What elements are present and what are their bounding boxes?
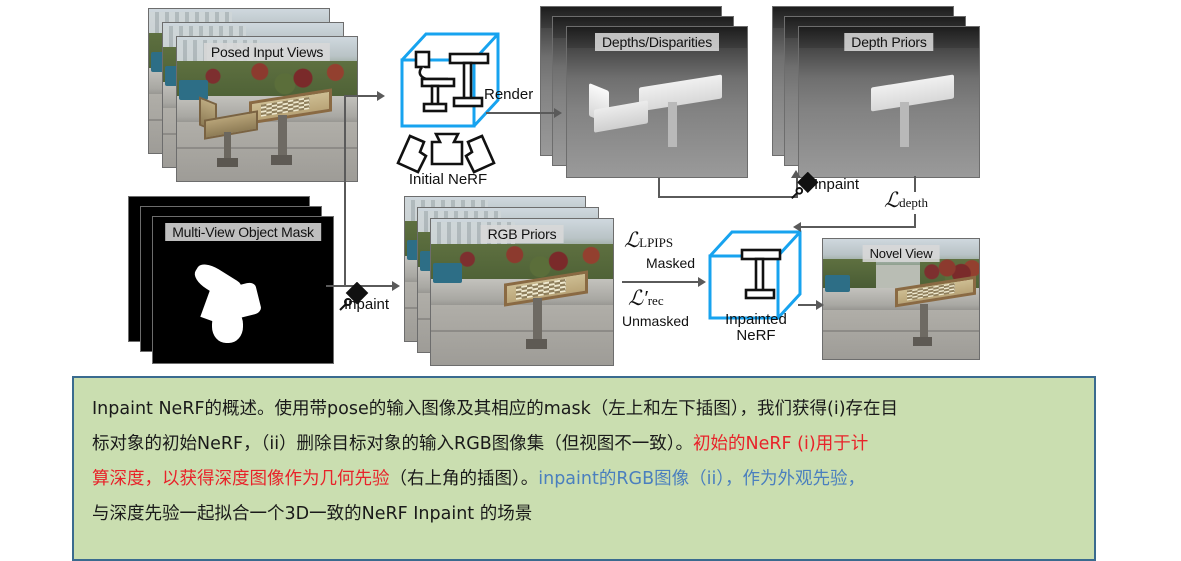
edge-render xyxy=(486,112,556,114)
caption-line-1: Inpaint NeRF的概述。使用带pose的输入图像及其相应的mask（左上… xyxy=(92,392,1076,427)
inpainted-nerf-label-line2: NeRF xyxy=(736,326,776,344)
edge-input-down xyxy=(344,95,346,287)
initial-nerf-label: Initial NeRF xyxy=(408,171,488,188)
loss-depth-symbol: ℒ xyxy=(884,188,900,212)
rgb-priors-label: RGB Priors xyxy=(480,225,564,243)
caption-line-3: 算深度，以获得深度图像作为几何先验（右上角的插图）。inpaint的RGB图像（… xyxy=(92,462,1076,497)
inpaint-label-top: Inpaint xyxy=(814,176,860,193)
posed-input-views-stack: Posed Input Views xyxy=(148,8,362,186)
posed-input-views-label: Posed Input Views xyxy=(203,43,331,61)
arrow-render xyxy=(554,108,562,118)
loss-lpips-subscript: LPIPS xyxy=(639,235,674,250)
depths-disparities-label: Depths/Disparities xyxy=(595,33,719,51)
caption-box: Inpaint NeRF的概述。使用带pose的输入图像及其相应的mask（左上… xyxy=(72,376,1096,561)
loss-depth: ℒdepth xyxy=(884,188,928,213)
novel-view-card: Novel View xyxy=(822,238,980,360)
caption-text-2-black: 标对象的初始NeRF，（ii）删除目标对象的输入RGB图像集（但视图不一致）。 xyxy=(92,434,694,454)
loss-rec-note: Unmasked xyxy=(622,313,689,329)
multi-view-object-mask-stack: Multi-View Object Mask xyxy=(128,196,342,368)
novel-view-label: Novel View xyxy=(862,245,940,262)
arrow-cube-to-novel xyxy=(816,300,824,310)
arrow-input-to-nerf xyxy=(377,91,385,101)
edge-losses-to-cube xyxy=(622,281,702,283)
edge-depths-down xyxy=(658,178,660,198)
depth-card-front: Depths/Disparities xyxy=(566,26,748,178)
rgb-priors-stack: RGB Priors xyxy=(404,196,620,366)
edge-depth-loss-to-cube xyxy=(800,226,916,228)
depth-priors-label: Depth Priors xyxy=(844,33,934,51)
caption-text-3-red: 算深度，以获得深度图像作为几何先验 xyxy=(92,469,390,489)
inpainted-nerf-label-line1: Inpainted xyxy=(725,311,787,328)
caption-text-3-blue: inpaint的RGB图像（ii），作为外观先验， xyxy=(538,469,866,489)
inpaint-label-left: Inpaint xyxy=(344,296,390,313)
loss-rec-subscript: rec xyxy=(647,293,664,308)
caption-line-4: 与深度先验一起拟合一个3D一致的NeRF Inpaint 的场景 xyxy=(92,497,1076,532)
arrow-depth-loss-to-cube xyxy=(793,222,801,232)
caption-text-2-red: 初始的NeRF (i)用于计 xyxy=(693,434,869,454)
depth-priors-card-front: Depth Priors xyxy=(798,26,980,178)
inpainted-nerf-label: Inpainted NeRF xyxy=(725,312,787,344)
edge-input-to-nerf xyxy=(344,95,378,97)
loss-lpips: ℒLPIPS xyxy=(624,228,673,253)
multi-view-object-mask-label: Multi-View Object Mask xyxy=(165,223,321,241)
caption-text-1: Inpaint NeRF的概述。使用带pose的输入图像及其相应的mask（左上… xyxy=(92,399,899,419)
rgb-priors-card-front: RGB Priors xyxy=(430,218,614,366)
initial-nerf-cube xyxy=(388,22,508,144)
edge-depths-right xyxy=(658,196,798,198)
pipeline-figure: Posed Input Views Multi-View Object Mask xyxy=(0,0,1181,368)
loss-rec: ℒ′rec xyxy=(628,286,664,311)
depth-priors-stack: Depth Priors xyxy=(772,6,982,186)
depths-disparities-stack: Depths/Disparities xyxy=(540,6,750,186)
loss-lpips-note: Masked xyxy=(646,255,696,271)
posed-input-views-card-front: Posed Input Views xyxy=(176,36,358,182)
caption-text-3-black: （右上角的插图）。 xyxy=(389,469,539,489)
caption-text-4: 与深度先验一起拟合一个3D一致的NeRF Inpaint 的场景 xyxy=(92,504,533,524)
render-label: Render xyxy=(484,86,534,103)
loss-depth-subscript: depth xyxy=(899,195,929,210)
mask-card-front: Multi-View Object Mask xyxy=(152,216,334,364)
loss-rec-symbol: ℒ′ xyxy=(628,286,648,310)
caption-line-2: 标对象的初始NeRF，（ii）删除目标对象的输入RGB图像集（但视图不一致）。初… xyxy=(92,427,1076,462)
arrow-input-to-inpaint xyxy=(392,281,400,291)
loss-lpips-symbol: ℒ xyxy=(624,228,640,252)
arrow-losses-to-cube xyxy=(698,277,706,287)
